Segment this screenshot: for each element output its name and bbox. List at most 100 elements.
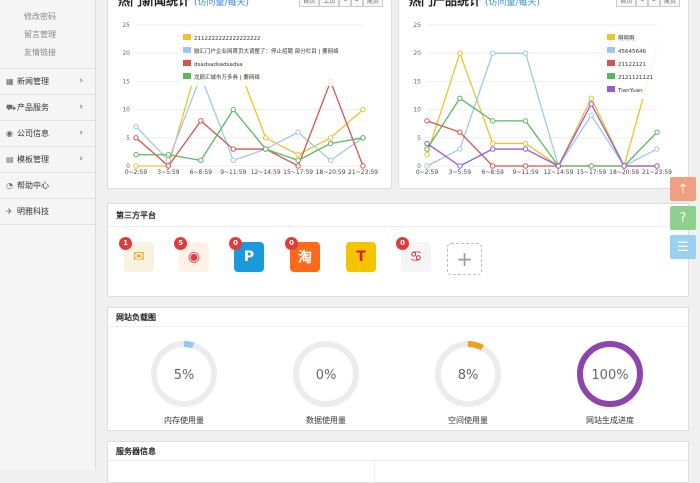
fish-icon-glyph: ♋ bbox=[409, 249, 423, 265]
chevron-right-icon: › bbox=[79, 154, 83, 164]
gauge: 5% 内存使用量 bbox=[149, 339, 219, 426]
data-point bbox=[165, 152, 172, 158]
gauge: 100% 网站生成进度 bbox=[575, 339, 645, 426]
x-tick-label: 9~11:59 bbox=[220, 169, 246, 176]
gauge-ring: 0% bbox=[293, 341, 359, 407]
x-tick-label: 12~14:59 bbox=[543, 169, 573, 176]
sidebar-subitem-change-password[interactable]: 修改密码 bbox=[0, 8, 95, 26]
data-point bbox=[165, 163, 172, 169]
data-point bbox=[457, 95, 463, 102]
server-info-panel: 服务器信息 bbox=[107, 441, 689, 483]
y-tick-label: 5 bbox=[417, 135, 421, 142]
sidebar-item-label: 产品服务 bbox=[17, 103, 49, 112]
pin-icon[interactable]: P0 bbox=[229, 237, 264, 272]
data-point bbox=[555, 163, 562, 169]
cart-icon: ⛟ bbox=[6, 103, 17, 112]
gauge-label: 网站生成进度 bbox=[586, 416, 634, 425]
notification-badge: 0 bbox=[396, 237, 409, 250]
legend-label: 融汇门户企业网首页大调整了：停止招聘 部分栏目 | 要网络 bbox=[194, 47, 339, 55]
data-point bbox=[165, 157, 172, 164]
legend-swatch bbox=[183, 73, 191, 79]
data-point bbox=[327, 157, 334, 164]
t-icon[interactable]: T bbox=[346, 242, 376, 272]
x-tick-label: 21~23:59 bbox=[642, 169, 672, 176]
data-point bbox=[424, 140, 430, 147]
back-to-top-icon[interactable]: ⇡ bbox=[670, 177, 696, 201]
sidebar-item-2[interactable]: ◉ 公司信息 › bbox=[0, 121, 95, 147]
data-point bbox=[654, 163, 660, 169]
gauge-label: 内存使用量 bbox=[164, 416, 204, 425]
weibo-icon[interactable]: ◉ 5 bbox=[174, 237, 209, 272]
y-tick-label: 10 bbox=[413, 107, 421, 114]
legend-label: 啊啊啊 bbox=[618, 35, 635, 42]
data-point bbox=[295, 157, 301, 164]
data-point bbox=[230, 146, 236, 152]
data-point bbox=[327, 135, 334, 141]
data-point bbox=[621, 163, 627, 169]
data-point bbox=[198, 157, 204, 164]
data-point bbox=[230, 157, 236, 164]
gauge-value: 0% bbox=[316, 368, 337, 383]
mail-icon[interactable]: ✉ 1 bbox=[119, 237, 154, 272]
sidebar-item-4[interactable]: ◔ 帮助中心 bbox=[0, 173, 95, 199]
data-point bbox=[133, 163, 139, 169]
data-point bbox=[457, 50, 463, 56]
y-tick-label: 20 bbox=[122, 50, 130, 57]
x-tick-label: 15~17:59 bbox=[283, 169, 313, 176]
data-point bbox=[295, 163, 301, 169]
add-platform-button[interactable]: + bbox=[447, 243, 482, 275]
data-point bbox=[522, 146, 529, 152]
product-chart-panel: 热门产品统计(访问量/每天) 首页12尾页 05101520250~2:593~… bbox=[398, 0, 689, 189]
template-icon: ▤ bbox=[6, 155, 14, 164]
data-point bbox=[588, 101, 594, 107]
y-tick-label: 15 bbox=[122, 78, 130, 85]
fish-icon[interactable]: ♋ 0 bbox=[396, 237, 431, 272]
data-point bbox=[654, 129, 660, 135]
mail-icon-glyph: ✉ bbox=[133, 249, 145, 265]
sidebar-subitem-cut bbox=[0, 0, 95, 8]
legend-label: 2112222222222222222 bbox=[194, 36, 261, 42]
sidebar-item-0[interactable]: ▦ 新闻管理 › bbox=[0, 68, 95, 95]
data-point bbox=[522, 50, 529, 56]
y-tick-label: 15 bbox=[413, 78, 421, 85]
gauge-ring: 100% bbox=[577, 341, 643, 407]
third-party-title: 第三方平台 bbox=[116, 211, 156, 220]
pin-icon-glyph: P bbox=[243, 249, 255, 265]
data-point bbox=[133, 152, 139, 158]
data-point bbox=[133, 135, 139, 141]
sidebar-subitem-links[interactable]: 友情链接 bbox=[0, 44, 95, 62]
data-point bbox=[588, 163, 594, 169]
data-point bbox=[230, 106, 236, 113]
info-icon: ◉ bbox=[6, 129, 13, 138]
help-question-icon[interactable]: ? bbox=[670, 206, 696, 230]
sidebar-item-label: 明雅科技 bbox=[17, 207, 49, 216]
data-point bbox=[457, 129, 463, 135]
sidebar-item-1[interactable]: ⛟产品服务 › bbox=[0, 95, 95, 121]
x-tick-label: 12~14:59 bbox=[251, 169, 281, 176]
grid-icon: ▦ bbox=[6, 77, 14, 86]
gauge-ring: 5% bbox=[151, 341, 217, 407]
chevron-right-icon: › bbox=[79, 128, 83, 138]
gauge: 8% 空间使用量 bbox=[433, 339, 503, 426]
data-point bbox=[457, 146, 463, 152]
sidebar-subitem-messages[interactable]: 留言管理 bbox=[0, 26, 95, 44]
legend-swatch bbox=[183, 47, 191, 53]
data-point bbox=[424, 146, 430, 152]
sidebar-item-label: 新闻管理 bbox=[17, 77, 49, 86]
x-tick-label: 18~20:59 bbox=[316, 169, 346, 176]
data-point bbox=[490, 50, 496, 56]
gauge-label: 空间使用量 bbox=[448, 416, 488, 425]
server-info-title: 服务器信息 bbox=[116, 447, 156, 456]
sidebar-item-3[interactable]: ▤ 模板管理 › bbox=[0, 147, 95, 173]
sidebar: 修改密码 留言管理 友情链接 ▦ 新闻管理 › ⛟产品服务 › ◉ 公司信息 › ▤ 模板管理 › ◔… bbox=[0, 0, 96, 470]
sidebar-item-5[interactable]: ✈ 明雅科技 bbox=[0, 199, 95, 225]
x-tick-label: 9~11:59 bbox=[513, 169, 539, 176]
taobao-icon[interactable]: 淘0 bbox=[285, 237, 320, 272]
data-point bbox=[522, 140, 529, 147]
chat-icon[interactable]: ☰ bbox=[670, 235, 696, 259]
sidebar-item-label: 公司信息 bbox=[17, 129, 49, 138]
y-tick-label: 5 bbox=[126, 135, 130, 142]
taobao-icon-glyph: 淘 bbox=[298, 250, 312, 266]
notification-badge: 1 bbox=[119, 237, 132, 250]
brand-icon: ✈ bbox=[6, 207, 13, 216]
